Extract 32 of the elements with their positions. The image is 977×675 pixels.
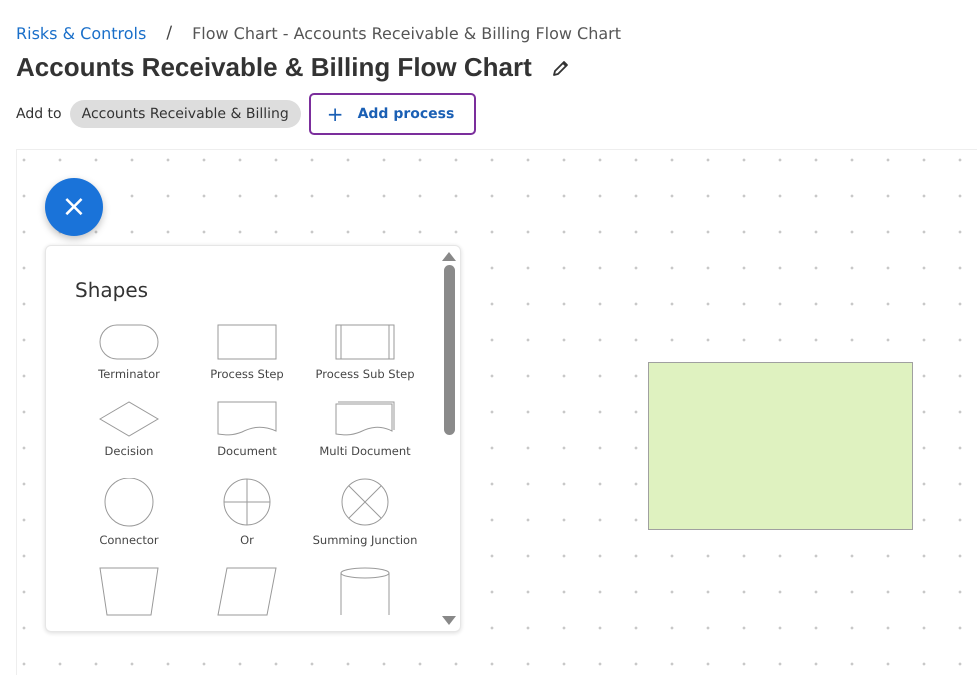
process-chip: Accounts Receivable & Billing	[70, 100, 301, 128]
shape-label[interactable]: Process Step	[210, 367, 284, 381]
shape-label[interactable]: Decision	[104, 444, 154, 458]
shape-label[interactable]: Terminator	[98, 367, 160, 381]
process-shape-icon	[217, 324, 277, 361]
shape-label[interactable]: Connector	[99, 533, 159, 547]
add-process-button[interactable]: + Add process	[308, 93, 476, 135]
scroll-down-icon[interactable]	[442, 616, 456, 625]
manual-shape-icon	[99, 567, 159, 616]
scroll-up-icon[interactable]	[442, 252, 456, 261]
breadcrumb-separator: /	[166, 23, 172, 43]
pencil-icon	[552, 58, 570, 76]
close-button[interactable]: ×	[45, 178, 103, 236]
terminator-shape-icon	[99, 324, 159, 361]
document-shape-icon	[217, 401, 277, 438]
breadcrumb-link[interactable]: Risks & Controls	[16, 24, 146, 42]
shape-label[interactable]: Or	[240, 533, 254, 547]
decision-shape-icon	[99, 401, 159, 438]
data-shape-icon	[217, 567, 277, 616]
shape-label[interactable]: Multi Document	[319, 444, 411, 458]
shape-label[interactable]: Document	[217, 444, 277, 458]
shape-label[interactable]: Summing Junction	[312, 533, 418, 547]
panel-title: Shapes	[75, 278, 150, 302]
process-node[interactable]	[648, 362, 913, 530]
add-to-label: Add to	[16, 106, 62, 122]
edit-button[interactable]	[552, 58, 570, 76]
page-title: Accounts Receivable & Billing Flow Chart	[16, 52, 532, 83]
breadcrumb-current: Flow Chart - Accounts Receivable & Billing Flow Chart	[192, 24, 622, 42]
shape-label[interactable]: Process Sub Step	[315, 367, 414, 381]
multidocument-shape-icon	[335, 401, 395, 438]
subprocess-shape-icon	[335, 324, 395, 361]
scrollbar-thumb[interactable]	[444, 265, 454, 435]
